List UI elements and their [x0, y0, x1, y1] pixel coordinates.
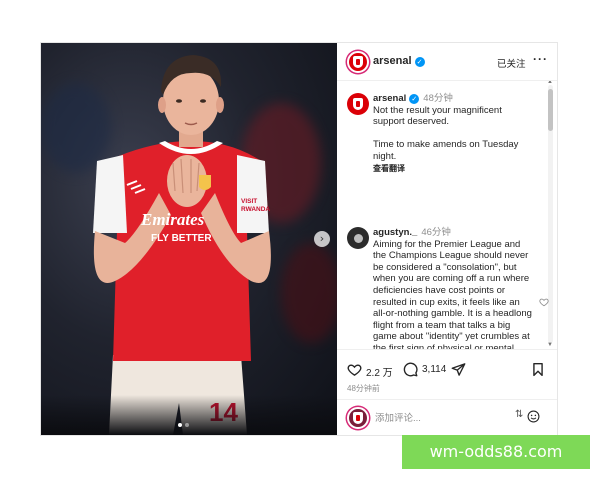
comment-entry: agustyn._ 46分钟 Aiming for the Premier Lea…	[347, 227, 549, 349]
commenter-avatar[interactable]	[347, 227, 369, 249]
comment-count[interactable]: 3,114	[422, 364, 446, 375]
carousel-indicator	[178, 423, 189, 427]
arsenal-avatar[interactable]	[347, 51, 369, 73]
caption-avatar[interactable]	[347, 93, 369, 115]
carousel-dot	[185, 423, 189, 427]
photo-bottom-shade	[41, 395, 337, 435]
add-comment-input[interactable]	[375, 410, 495, 426]
scroll-down-arrow-icon[interactable]: ▼	[547, 342, 553, 348]
comment-like-heart-icon[interactable]	[539, 297, 549, 307]
emoji-smiley-icon[interactable]	[527, 410, 540, 423]
author-username[interactable]: arsenal	[373, 55, 412, 67]
shirt-sponsor-text: Emirates	[140, 210, 205, 229]
verified-badge-icon: ✓	[409, 94, 420, 104]
posted-time: 48分钟前	[347, 384, 380, 393]
caption-line-1: Not the result your magnificent support …	[373, 104, 502, 128]
scroll-up-arrow-icon[interactable]: ▲	[547, 81, 553, 85]
comments-scroll-area[interactable]: ▲ ▼ arsenal ✓ 48分钟 Not the result your mag…	[337, 81, 557, 349]
like-heart-icon[interactable]	[347, 362, 362, 377]
save-bookmark-icon[interactable]	[531, 362, 545, 377]
post-header: arsenal ✓ 已关注 ···	[337, 43, 557, 81]
shirt-sponsor-subtext: FLY BETTER	[151, 233, 212, 244]
post-actions: 2.2 万 3,114 48分钟前	[337, 349, 557, 397]
user-crest-icon	[353, 412, 363, 424]
arsenal-crest-icon	[353, 56, 363, 68]
caption-line-2: Time to make amends on Tuesday night.	[373, 139, 519, 162]
carousel-dot-active	[178, 423, 182, 427]
instagram-post: 14 VISITRWANDA Emirates FLY BETTER	[40, 42, 558, 436]
caption-time: 48分钟	[423, 93, 453, 104]
comment-username[interactable]: agustyn._	[373, 227, 417, 238]
caption-entry: arsenal ✓ 48分钟 Not the result your magnifi…	[347, 93, 537, 173]
scrollbar-thumb[interactable]	[548, 89, 553, 131]
arsenal-crest-icon	[353, 98, 363, 110]
like-count[interactable]: 2.2 万	[366, 364, 393, 379]
post-photo[interactable]: 14 VISITRWANDA Emirates FLY BETTER	[41, 43, 337, 435]
current-user-avatar[interactable]	[347, 407, 369, 429]
comment-bubble-icon[interactable]	[403, 362, 418, 377]
see-translation-link[interactable]: 查看翻译	[373, 163, 533, 175]
caption-username[interactable]: arsenal	[373, 93, 406, 104]
comment-time: 46分钟	[421, 227, 451, 238]
comment-body: Aiming for the Premier League and the Ch…	[373, 238, 532, 349]
comment-composer: ⇅	[337, 399, 557, 435]
caption-text: arsenal ✓ 48分钟 Not the result your magnifi…	[373, 93, 533, 174]
comment-text: agustyn._ 46分钟 Aiming for the Premier Lea…	[373, 227, 533, 349]
site-watermark: wm-odds88.com	[402, 435, 590, 469]
more-options-icon[interactable]: ···	[533, 52, 548, 66]
post-author[interactable]: arsenal ✓	[373, 55, 425, 67]
following-button[interactable]: 已关注	[497, 56, 526, 70]
sort-arrows-icon[interactable]: ⇅	[515, 409, 523, 420]
carousel-next-button[interactable]: ›	[314, 231, 330, 247]
post-side-panel: arsenal ✓ 已关注 ··· ▲ ▼ arsenal ✓ 48分钟 Not th…	[337, 43, 557, 435]
player-illustration: 14 VISITRWANDA Emirates FLY BETTER	[93, 55, 271, 435]
verified-badge-icon: ✓	[414, 57, 425, 67]
share-send-icon[interactable]	[451, 362, 466, 377]
